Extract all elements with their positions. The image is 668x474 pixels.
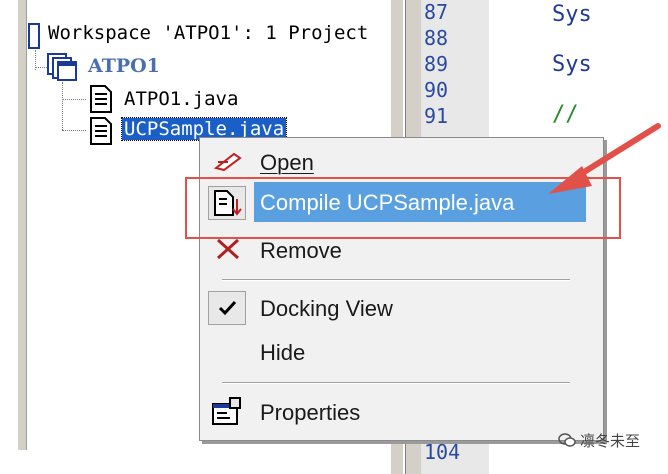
menu-item-docking-view[interactable]: Docking View — [200, 288, 603, 328]
wechat-icon — [558, 432, 576, 452]
java-file-icon — [88, 116, 114, 151]
line-number: 87 — [424, 0, 449, 24]
menu-item-properties[interactable]: Properties — [200, 392, 603, 432]
menu-separator — [222, 382, 570, 384]
java-file-icon — [88, 84, 114, 119]
menu-item-hide[interactable]: Hide — [200, 332, 603, 372]
line-number: 104 — [424, 440, 461, 464]
open-icon — [213, 150, 242, 177]
tree-line — [62, 82, 63, 130]
line-number: 89 — [424, 52, 449, 76]
menu-separator — [222, 279, 570, 281]
tree-line — [62, 99, 86, 100]
watermark: 凛冬未至 — [558, 430, 640, 452]
menu-item-label: Hide — [260, 340, 306, 365]
code-line: Sys — [552, 52, 592, 77]
tree-item-atpo1-java[interactable]: ATPO1.java — [124, 88, 238, 110]
line-number: 90 — [424, 78, 449, 102]
line-number: 91 — [424, 104, 449, 128]
workspace-icon — [28, 22, 40, 55]
menu-item-label: Docking View — [260, 296, 393, 321]
project-label[interactable]: ATPO1 — [88, 55, 160, 77]
line-number: 88 — [424, 26, 449, 50]
workspace-title[interactable]: Workspace 'ATPO1': 1 Project — [48, 22, 368, 44]
code-line: Sys — [552, 2, 592, 27]
menu-item-label: Open — [260, 150, 314, 175]
left-edge — [0, 0, 18, 474]
watermark-text: 凛冬未至 — [580, 433, 641, 450]
tree-line — [62, 130, 86, 131]
remove-x-icon — [214, 236, 242, 267]
menu-item-label: Remove — [260, 238, 342, 263]
workspace-left-border — [18, 0, 27, 450]
annotation-arrow-icon — [548, 123, 661, 194]
menu-item-label: Properties — [260, 400, 361, 425]
properties-icon — [210, 396, 244, 431]
project-icon — [46, 52, 78, 87]
